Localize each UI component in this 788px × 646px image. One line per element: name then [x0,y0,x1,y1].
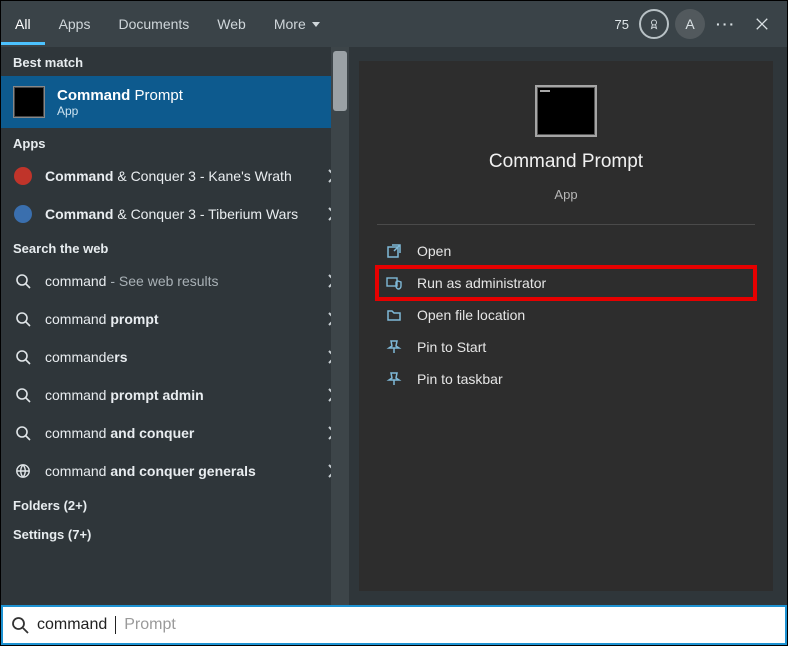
globe-icon [13,461,33,481]
result-web-item[interactable]: command and conquer [1,414,349,452]
folder-icon [385,306,403,324]
open-icon [385,242,403,260]
game-icon [13,166,33,186]
close-button[interactable] [747,9,777,39]
command-prompt-icon [535,85,597,137]
scrollbar-thumb[interactable] [333,51,347,111]
user-avatar[interactable]: A [675,9,705,39]
results-panel: Best match Command Prompt App Apps Comma… [1,47,349,605]
action-pin-to-start[interactable]: Pin to Start [377,331,755,363]
result-web-item[interactable]: command prompt admin [1,376,349,414]
tab-web[interactable]: Web [203,4,260,45]
text-cursor [115,616,116,634]
search-icon [13,385,33,405]
game-icon [13,204,33,224]
action-pin-to-taskbar[interactable]: Pin to taskbar [377,363,755,395]
result-web-item[interactable]: command and conquer generals [1,452,349,490]
search-tabs: All Apps Documents Web More 75 A ··· [1,1,787,47]
search-typed-text: command [37,616,107,634]
best-match-text: Command Prompt App [57,87,183,118]
detail-panel: Command Prompt App Open Run as administr… [359,61,773,591]
result-app-item[interactable]: Command & Conquer 3 - Tiberium Wars [1,195,349,233]
detail-title: Command Prompt [489,151,643,173]
main-area: Best match Command Prompt App Apps Comma… [1,47,787,605]
search-icon [11,616,29,634]
pin-icon [385,370,403,388]
tab-all[interactable]: All [1,4,45,45]
admin-shield-icon [385,274,403,292]
result-web-item[interactable]: command - See web results [1,262,349,300]
scrollbar-track[interactable] [331,47,349,605]
command-prompt-icon [13,86,45,118]
section-best-match: Best match [1,47,349,76]
search-icon [13,271,33,291]
tab-more[interactable]: More [260,4,334,45]
search-autocomplete-ghost: Prompt [124,616,176,634]
tab-documents[interactable]: Documents [104,4,203,45]
action-open-file-location[interactable]: Open file location [377,299,755,331]
more-options-icon[interactable]: ··· [711,9,741,39]
search-icon [13,423,33,443]
divider [377,224,755,225]
tab-apps[interactable]: Apps [45,4,105,45]
section-settings[interactable]: Settings (7+) [1,519,349,548]
result-web-item[interactable]: commanders [1,338,349,376]
action-run-as-administrator[interactable]: Run as administrator [377,267,755,299]
pin-icon [385,338,403,356]
section-web: Search the web [1,233,349,262]
detail-hero: Command Prompt App [377,85,755,202]
search-icon [13,347,33,367]
result-app-item[interactable]: Command & Conquer 3 - Kane's Wrath [1,157,349,195]
result-web-item[interactable]: command prompt [1,300,349,338]
search-input[interactable]: command Prompt [1,605,787,645]
rewards-badge-icon[interactable] [639,9,669,39]
rewards-points: 75 [615,17,629,32]
section-folders[interactable]: Folders (2+) [1,490,349,519]
action-open[interactable]: Open [377,235,755,267]
search-icon [13,309,33,329]
detail-subtitle: App [554,187,577,202]
result-best-match[interactable]: Command Prompt App [1,76,349,128]
section-apps: Apps [1,128,349,157]
